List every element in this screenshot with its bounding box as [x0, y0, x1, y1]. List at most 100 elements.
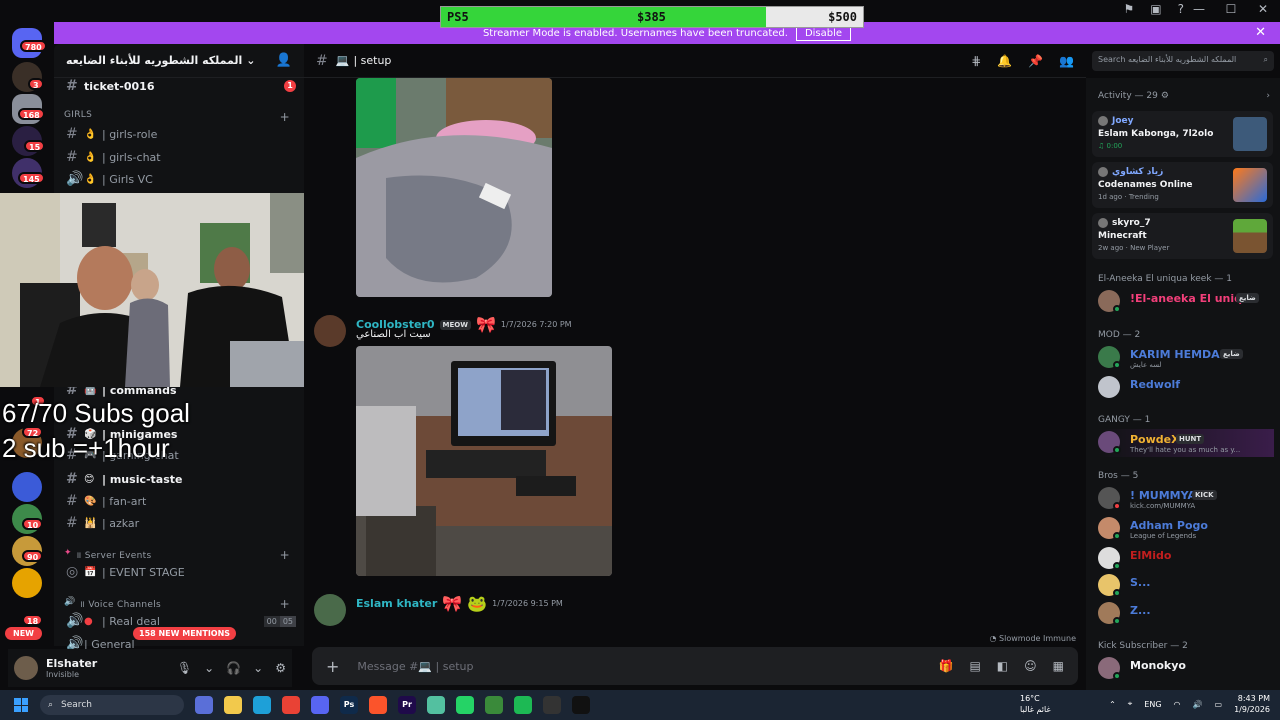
battery-icon[interactable]: ▭ — [1215, 700, 1223, 709]
category-server-events[interactable]: ✦ ॥ Server Events + — [64, 548, 290, 562]
volume-icon[interactable]: 🔊 — [1193, 700, 1203, 709]
apps-icon[interactable]: ▦ — [1053, 659, 1064, 673]
windows-taskbar: ⌕ Search Ps Pr 16°C غائم غالبا ⌃ ⌖ ENG ◠… — [0, 690, 1280, 720]
member-item[interactable]: ElMido — [1098, 545, 1274, 573]
settings-gear-icon[interactable]: ⚙ — [275, 661, 286, 675]
chevron-right-icon[interactable]: › — [1266, 91, 1270, 101]
server-icon-6[interactable] — [12, 472, 42, 502]
app-icon[interactable] — [427, 696, 445, 714]
category-voice-channels[interactable]: 🔊 ॥ Voice Channels + — [64, 597, 290, 611]
channel-ticket[interactable]: # ticket-0016 1 — [62, 76, 296, 96]
message-input[interactable]: Message #💻 | setup — [357, 660, 473, 673]
emoji-icon[interactable]: ☺ — [1024, 659, 1037, 673]
channel-label: | music-taste — [102, 472, 183, 486]
attach-plus-icon[interactable]: + — [326, 657, 339, 676]
new-mentions-pill[interactable]: 158 NEW MENTIONS — [133, 627, 237, 640]
steam-server-icon[interactable] — [12, 568, 42, 598]
search-input[interactable]: Search المملكه الشطوريه للأبناء الضايعه … — [1092, 51, 1274, 71]
edge-icon[interactable] — [253, 696, 271, 714]
whatsapp-icon[interactable] — [456, 696, 474, 714]
member-list-icon[interactable]: 👥 — [1059, 54, 1074, 68]
channel-fan-art[interactable]: # 🎨 | fan-art — [62, 491, 296, 511]
close-window-icon[interactable]: ✕ — [1254, 2, 1272, 16]
clock-date: 1/9/2026 — [1234, 705, 1270, 714]
maximize-icon[interactable]: ☐ — [1222, 2, 1240, 16]
pin-icon[interactable]: 📌 — [1028, 54, 1043, 68]
member-item[interactable]: !El-aneeka El uniq... ضايع — [1098, 288, 1274, 316]
chevron-down-icon[interactable]: ⌄ — [253, 661, 263, 675]
brave-icon[interactable] — [369, 696, 387, 714]
weather-widget[interactable]: 16°C غائم غالبا — [1020, 693, 1051, 715]
member-item[interactable]: PowdeX HUNT They'll hate you as much as … — [1098, 429, 1274, 457]
member-item[interactable]: Redwolf — [1098, 374, 1274, 402]
location-icon[interactable]: ⌖ — [1128, 699, 1133, 709]
obs-icon[interactable] — [543, 696, 561, 714]
inbox-flag-icon[interactable]: ⚑ — [1124, 2, 1135, 16]
channel-girls-vc[interactable]: 🔊 👌 | Girls VC — [62, 169, 296, 189]
stage-icon: ◎ — [66, 564, 79, 580]
activity-card[interactable]: زياد كشاوي Codenames Online 1d ago · Tre… — [1092, 162, 1273, 208]
photoshop-icon[interactable]: Ps — [340, 696, 358, 714]
clock[interactable]: 8:43 PM 1/9/2026 — [1234, 693, 1270, 715]
wifi-icon[interactable]: ◠ — [1174, 700, 1181, 709]
channel-azkar[interactable]: # 🕌 | azkar — [62, 513, 296, 533]
epic-games-icon[interactable] — [572, 696, 590, 714]
hash-icon: # — [66, 515, 78, 531]
chevron-up-icon[interactable]: ⌃ — [1109, 700, 1116, 709]
new-unreads-pill[interactable]: NEW — [5, 627, 42, 640]
gif-icon[interactable]: ▤ — [969, 659, 980, 673]
language-indicator[interactable]: ENG — [1144, 700, 1161, 709]
gift-icon[interactable]: 🎁 — [939, 659, 954, 673]
sticker-icon[interactable]: ◧ — [997, 659, 1008, 673]
attachment-image[interactable] — [356, 346, 612, 576]
member-tag: KICK — [1192, 490, 1217, 500]
headphones-icon[interactable]: 🎧 — [226, 661, 241, 675]
member-item[interactable]: Monokyo — [1098, 655, 1274, 683]
minecraft-icon[interactable] — [485, 696, 503, 714]
channel-event-stage[interactable]: ◎ 📅 | EVENT STAGE — [62, 562, 296, 582]
member-item[interactable]: S... — [1098, 572, 1274, 600]
bell-icon[interactable]: 🔔 — [997, 54, 1012, 68]
close-banner-icon[interactable]: ✕ — [1255, 25, 1266, 40]
activity-card[interactable]: Joey Eslam Kabonga, 7l2olo ♫ 0:00 — [1092, 111, 1273, 157]
message-author[interactable]: Eslam khater — [356, 597, 437, 610]
file-explorer-icon[interactable] — [224, 696, 242, 714]
member-item[interactable]: KARIM HEMDAN ضايع لسه عايش — [1098, 344, 1274, 372]
gear-icon[interactable]: ⚙ — [1161, 91, 1169, 101]
teams-icon[interactable] — [195, 696, 213, 714]
help-icon[interactable]: ? — [1178, 2, 1184, 16]
invite-icon[interactable]: 👤 — [276, 53, 292, 68]
channel-music-taste[interactable]: # 😊 | music-taste — [62, 469, 296, 489]
member-item[interactable]: ! MUMMYA KICK kick.com/MUMMYA — [1098, 485, 1274, 513]
add-channel-icon[interactable]: + — [280, 548, 290, 562]
screen-icon[interactable]: ▣ — [1150, 2, 1161, 16]
discord-icon[interactable] — [311, 696, 329, 714]
channel-girls-chat[interactable]: # 👌 | girls-chat — [62, 147, 296, 167]
activity-card[interactable]: skyro_7 Minecraft 2w ago · New Player — [1092, 213, 1273, 259]
attachment-image[interactable] — [356, 78, 552, 297]
taskbar-search[interactable]: ⌕ Search — [40, 695, 184, 715]
server-header[interactable]: المملكه الشطوريه للأبناء الضايعه ⌄ 👤 — [54, 44, 304, 78]
windows-start-icon[interactable] — [14, 698, 28, 712]
avatar[interactable] — [314, 594, 346, 626]
minimize-icon[interactable]: — — [1190, 2, 1208, 16]
role-icon: 🎀 — [475, 315, 496, 334]
add-channel-icon[interactable]: + — [280, 110, 290, 124]
threads-icon[interactable]: ⋕ — [971, 54, 981, 68]
premiere-icon[interactable]: Pr — [398, 696, 416, 714]
channel-girls-role[interactable]: # 👌 | girls-role — [62, 124, 296, 144]
category-girls[interactable]: GIRLS + — [64, 110, 290, 124]
microphone-icon[interactable]: 🎙 — [177, 661, 192, 675]
spotify-icon[interactable] — [514, 696, 532, 714]
member-item[interactable]: Adham Pogo League of Legends — [1098, 515, 1274, 543]
chevron-down-icon[interactable]: ⌄ — [204, 661, 214, 675]
message-composer[interactable]: + Message #💻 | setup 🎁 ▤ ◧ ☺ ▦ — [312, 647, 1078, 685]
add-channel-icon[interactable]: + — [280, 597, 290, 611]
member-status-text: لسه عايش — [1130, 361, 1162, 369]
chrome-icon[interactable] — [282, 696, 300, 714]
member-item[interactable]: Z... — [1098, 600, 1274, 628]
avatar[interactable] — [314, 315, 346, 347]
channel-label: | girls-chat — [102, 150, 161, 164]
server-badge: 3 — [28, 78, 44, 90]
avatar[interactable] — [14, 656, 38, 680]
